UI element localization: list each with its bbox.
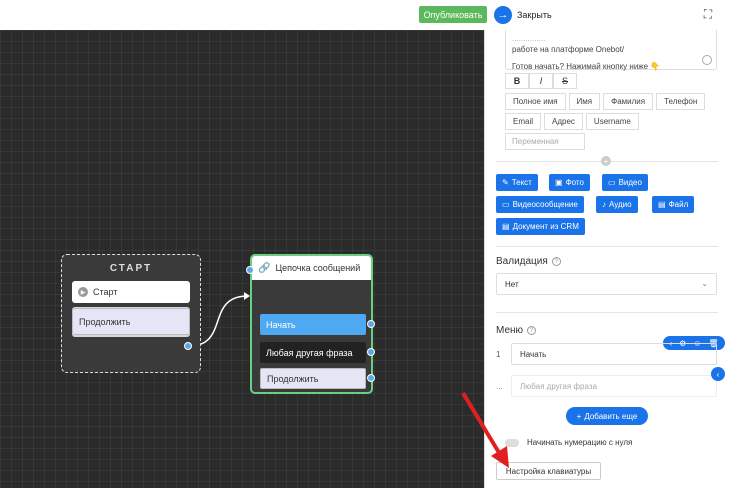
var-email[interactable]: Email <box>505 113 542 130</box>
numbering-label: Начинать нумерацию с нуля <box>527 438 633 447</box>
microphone-icon: ♪ <box>602 200 606 209</box>
start-label: Старт <box>93 287 118 297</box>
connector-dot[interactable] <box>367 374 375 382</box>
validation-select[interactable]: Нет ⌄ <box>496 273 717 295</box>
menu-item-input[interactable]: Любая другая фраза <box>511 375 717 397</box>
start-node[interactable]: СТАРТ ▶ Старт Продолжить <box>61 254 201 373</box>
chain-header: 🔗 Цепочка сообщений <box>252 256 371 280</box>
start-node-title: СТАРТ <box>109 263 153 274</box>
start-continue-item[interactable]: Продолжить <box>72 308 190 335</box>
settings-panel: ............... работе на платформе Oneb… <box>484 30 730 488</box>
var-first-name[interactable]: Имя <box>568 93 601 110</box>
close-button[interactable]: → Закрыть <box>494 5 552 25</box>
pencil-icon: ✎ <box>502 178 509 187</box>
connector-dot[interactable] <box>184 342 192 350</box>
menu-item-input[interactable]: Начать <box>511 343 717 365</box>
add-video-message-button[interactable]: ▭ Видеосообщение <box>496 196 584 213</box>
chain-item-start[interactable]: Начать <box>260 314 366 335</box>
chain-title: Цепочка сообщений <box>275 263 361 273</box>
italic-button[interactable]: I <box>529 73 553 89</box>
chevron-down-icon: ⌄ <box>701 279 708 288</box>
menu-label: Меню ? <box>496 325 537 336</box>
menu-item-number: 1 <box>496 350 501 359</box>
video-icon: ▭ <box>608 178 616 187</box>
play-icon: ▶ <box>78 287 88 297</box>
help-icon[interactable]: ? <box>527 326 537 335</box>
arrow-right-icon: → <box>494 6 512 24</box>
message-line: ............... <box>512 34 546 43</box>
var-last-name[interactable]: Фамилия <box>603 93 654 110</box>
link-icon: 🔗 <box>258 262 271 274</box>
plus-icon: + <box>576 411 582 421</box>
validation-label: Валидация ? <box>496 256 561 267</box>
add-text-button[interactable]: ✎ Текст <box>496 174 538 191</box>
message-text-area[interactable]: ............... работе на платформе Oneb… <box>505 30 717 71</box>
input-connector-dot[interactable] <box>246 266 254 274</box>
fullscreen-icon[interactable]: ⛶ <box>701 7 715 21</box>
format-toolbar: B I S <box>505 73 577 89</box>
message-line: Готов начать? Нажимай кнопку ниже 👇 <box>512 62 661 71</box>
add-audio-button[interactable]: ♪ Аудио <box>596 196 638 213</box>
var-address[interactable]: Адрес <box>544 113 583 130</box>
chain-item-any-phrase[interactable]: Любая другая фраза <box>260 342 366 363</box>
file-icon: ▤ <box>658 200 666 209</box>
connector-dot[interactable] <box>367 320 375 328</box>
strike-button[interactable]: S <box>553 73 577 89</box>
video-icon: ▭ <box>502 200 510 209</box>
add-file-button[interactable]: ▤ Файл <box>652 196 695 213</box>
add-crm-document-button[interactable]: ▤ Документ из CRM <box>496 218 585 235</box>
var-phone[interactable]: Телефон <box>656 93 706 110</box>
top-bar: Опубликовать → Закрыть ⛶ <box>0 0 730 30</box>
variables-row: Переменная <box>505 133 585 150</box>
message-line: работе на платформе Onebot/ <box>512 45 625 54</box>
connector-dot[interactable] <box>367 348 375 356</box>
publish-button[interactable]: Опубликовать <box>419 6 487 23</box>
variables-row: Email Адрес Username <box>505 113 639 130</box>
document-icon: ▤ <box>502 222 510 231</box>
var-username[interactable]: Username <box>585 113 639 130</box>
emoji-icon[interactable] <box>702 55 712 65</box>
chevron-left-icon[interactable]: ‹ <box>711 367 725 381</box>
close-label: Закрыть <box>517 10 552 20</box>
start-row[interactable]: ▶ Старт <box>72 281 190 303</box>
message-chain-node[interactable]: 🔗 Цепочка сообщений Начать Любая другая … <box>246 254 375 394</box>
image-icon: ▣ <box>555 178 563 187</box>
annotation-arrow <box>461 391 509 468</box>
add-video-button[interactable]: ▭ Видео <box>602 174 648 191</box>
add-photo-button[interactable]: ▣ Фото <box>549 174 590 191</box>
chain-item-continue[interactable]: Продолжить <box>260 368 366 389</box>
variables-row: Полное имя Имя Фамилия Телефон <box>505 93 706 110</box>
variable-input[interactable]: Переменная <box>505 133 585 150</box>
add-block-icon[interactable]: + <box>601 156 611 166</box>
var-full-name[interactable]: Полное имя <box>505 93 566 110</box>
add-more-button[interactable]: + Добавить еще <box>566 407 648 425</box>
numbering-toggle-row: Начинать нумерацию с нуля <box>505 438 632 447</box>
bold-button[interactable]: B <box>505 73 529 89</box>
help-icon[interactable]: ? <box>551 257 561 266</box>
